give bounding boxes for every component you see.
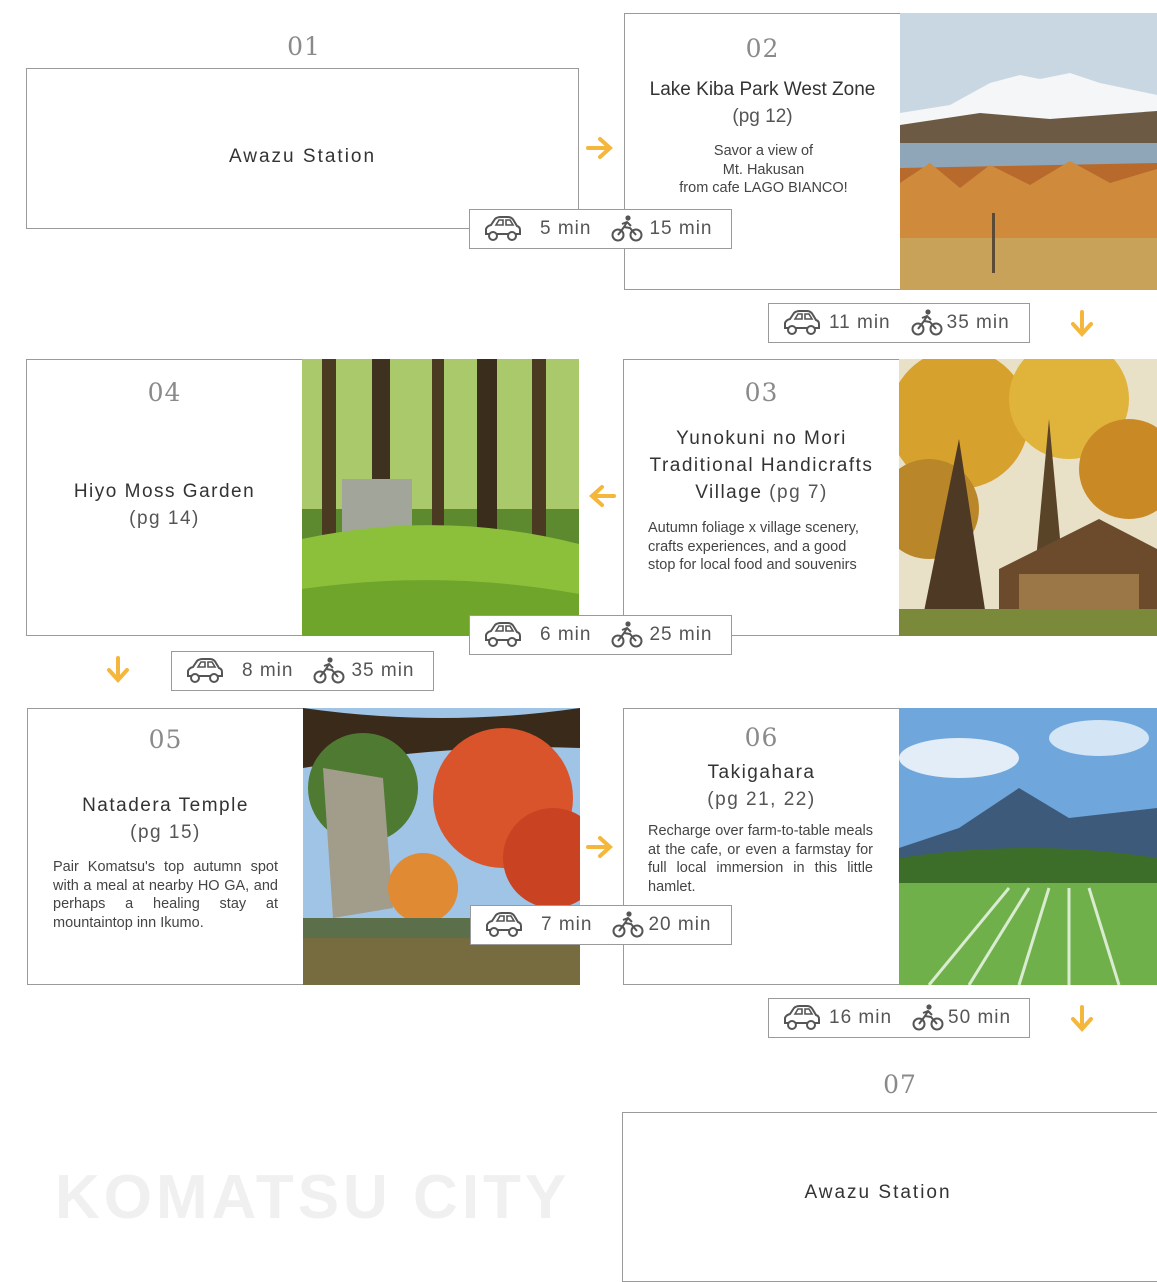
page-ref: (pg 15) bbox=[130, 822, 201, 843]
stop-description: Autumn foliage x village scenery, crafts… bbox=[648, 520, 859, 573]
arrow-icon bbox=[1067, 1005, 1097, 1035]
bicycle-icon bbox=[911, 309, 943, 337]
bike-time: 50 min bbox=[948, 1007, 1012, 1028]
stop-title-line: Yunokuni no Mori bbox=[676, 428, 847, 449]
bicycle-icon bbox=[611, 215, 643, 243]
arrow-icon bbox=[1067, 310, 1097, 340]
arrow-icon bbox=[586, 133, 616, 163]
stop-title: Takigahara (pg 21, 22) bbox=[624, 759, 899, 813]
takigahara-photo bbox=[899, 708, 1157, 985]
stop-number: 05 bbox=[148, 725, 183, 754]
lake-kiba-photo bbox=[900, 13, 1157, 290]
travel-time-leg-2: 11 min 35 min bbox=[768, 303, 1030, 343]
travel-time-leg-3: 6 min 25 min bbox=[469, 615, 732, 655]
car-time: 8 min bbox=[242, 660, 294, 681]
stop-number: 07 bbox=[883, 1070, 917, 1099]
bicycle-icon bbox=[912, 1004, 944, 1032]
travel-time-leg-4: 8 min 35 min bbox=[171, 651, 434, 691]
bike-time: 35 min bbox=[946, 312, 1010, 333]
car-time: 7 min bbox=[541, 914, 593, 935]
arrow-icon bbox=[103, 656, 133, 686]
stop-title: Natadera Temple (pg 15) bbox=[28, 792, 303, 846]
bike-time: 15 min bbox=[649, 218, 713, 239]
stop-card-yunokuni-no-mori: 03 Yunokuni no Mori Traditional Handicra… bbox=[623, 359, 900, 636]
stop-number: 02 bbox=[745, 34, 780, 63]
arrow-icon bbox=[586, 832, 616, 862]
stop-title-text: Lake Kiba Park West Zone bbox=[649, 79, 876, 100]
stop-number: 04 bbox=[147, 378, 182, 407]
bicycle-icon bbox=[313, 657, 345, 685]
car-icon bbox=[781, 309, 821, 337]
car-icon bbox=[482, 621, 522, 649]
stop-title-line: Village bbox=[695, 482, 763, 503]
stop-title-text: Hiyo Moss Garden bbox=[73, 481, 256, 502]
car-time: 16 min bbox=[829, 1007, 893, 1028]
stop-title: Lake Kiba Park West Zone (pg 12) bbox=[625, 76, 900, 130]
stop-title: Awazu Station bbox=[228, 146, 377, 167]
travel-time-leg-5: 7 min 20 min bbox=[470, 905, 732, 945]
car-icon bbox=[184, 657, 224, 685]
bike-time: 25 min bbox=[649, 624, 713, 645]
travel-time-leg-1: 5 min 15 min bbox=[469, 209, 732, 249]
page-ref: (pg 14) bbox=[129, 508, 200, 529]
car-time: 6 min bbox=[540, 624, 592, 645]
arrow-icon bbox=[586, 481, 616, 511]
stop-title: Yunokuni no Mori Traditional Handicrafts… bbox=[624, 425, 899, 506]
stop-title-text: Takigahara bbox=[707, 762, 816, 783]
stop-title-text: Natadera Temple bbox=[82, 795, 249, 816]
stop-title: Awazu Station bbox=[804, 1182, 952, 1203]
stop-card-awazu-station-end: Awazu Station bbox=[622, 1112, 1157, 1282]
car-time: 5 min bbox=[540, 218, 592, 239]
stop-description: Recharge over farm-to-table meals at the… bbox=[648, 823, 873, 895]
city-watermark: KOMATSU CITY bbox=[55, 1163, 571, 1232]
stop-title-line: Traditional Handicrafts bbox=[649, 455, 874, 476]
car-icon bbox=[483, 911, 523, 939]
stop-description: Pair Komatsu's top autumn spot with a me… bbox=[53, 859, 278, 931]
bike-time: 35 min bbox=[351, 660, 415, 681]
car-icon bbox=[482, 215, 522, 243]
hiyo-moss-garden-photo bbox=[302, 359, 579, 636]
stop-number: 01 bbox=[287, 32, 321, 61]
car-icon bbox=[781, 1004, 821, 1032]
stop-title: Hiyo Moss Garden (pg 14) bbox=[27, 478, 302, 532]
page-ref: (pg 7) bbox=[769, 482, 828, 503]
page-ref: (pg 12) bbox=[732, 106, 793, 127]
stop-number: 03 bbox=[744, 378, 779, 407]
bike-time: 20 min bbox=[648, 914, 712, 935]
travel-time-leg-6: 16 min 50 min bbox=[768, 998, 1030, 1038]
yunokuni-no-mori-photo bbox=[899, 359, 1157, 636]
page-ref: (pg 21, 22) bbox=[707, 789, 816, 810]
stop-card-hiyo-moss-garden: 04 Hiyo Moss Garden (pg 14) bbox=[26, 359, 303, 636]
stop-card-natadera-temple: 05 Natadera Temple (pg 15) Pair Komatsu'… bbox=[27, 708, 304, 985]
bicycle-icon bbox=[611, 621, 643, 649]
car-time: 11 min bbox=[829, 312, 891, 333]
bicycle-icon bbox=[612, 911, 644, 939]
stop-description: Savor a view of Mt. Hakusan from cafe LA… bbox=[679, 143, 848, 196]
stop-card-awazu-station-start: Awazu Station bbox=[26, 68, 579, 229]
stop-number: 06 bbox=[744, 723, 779, 752]
